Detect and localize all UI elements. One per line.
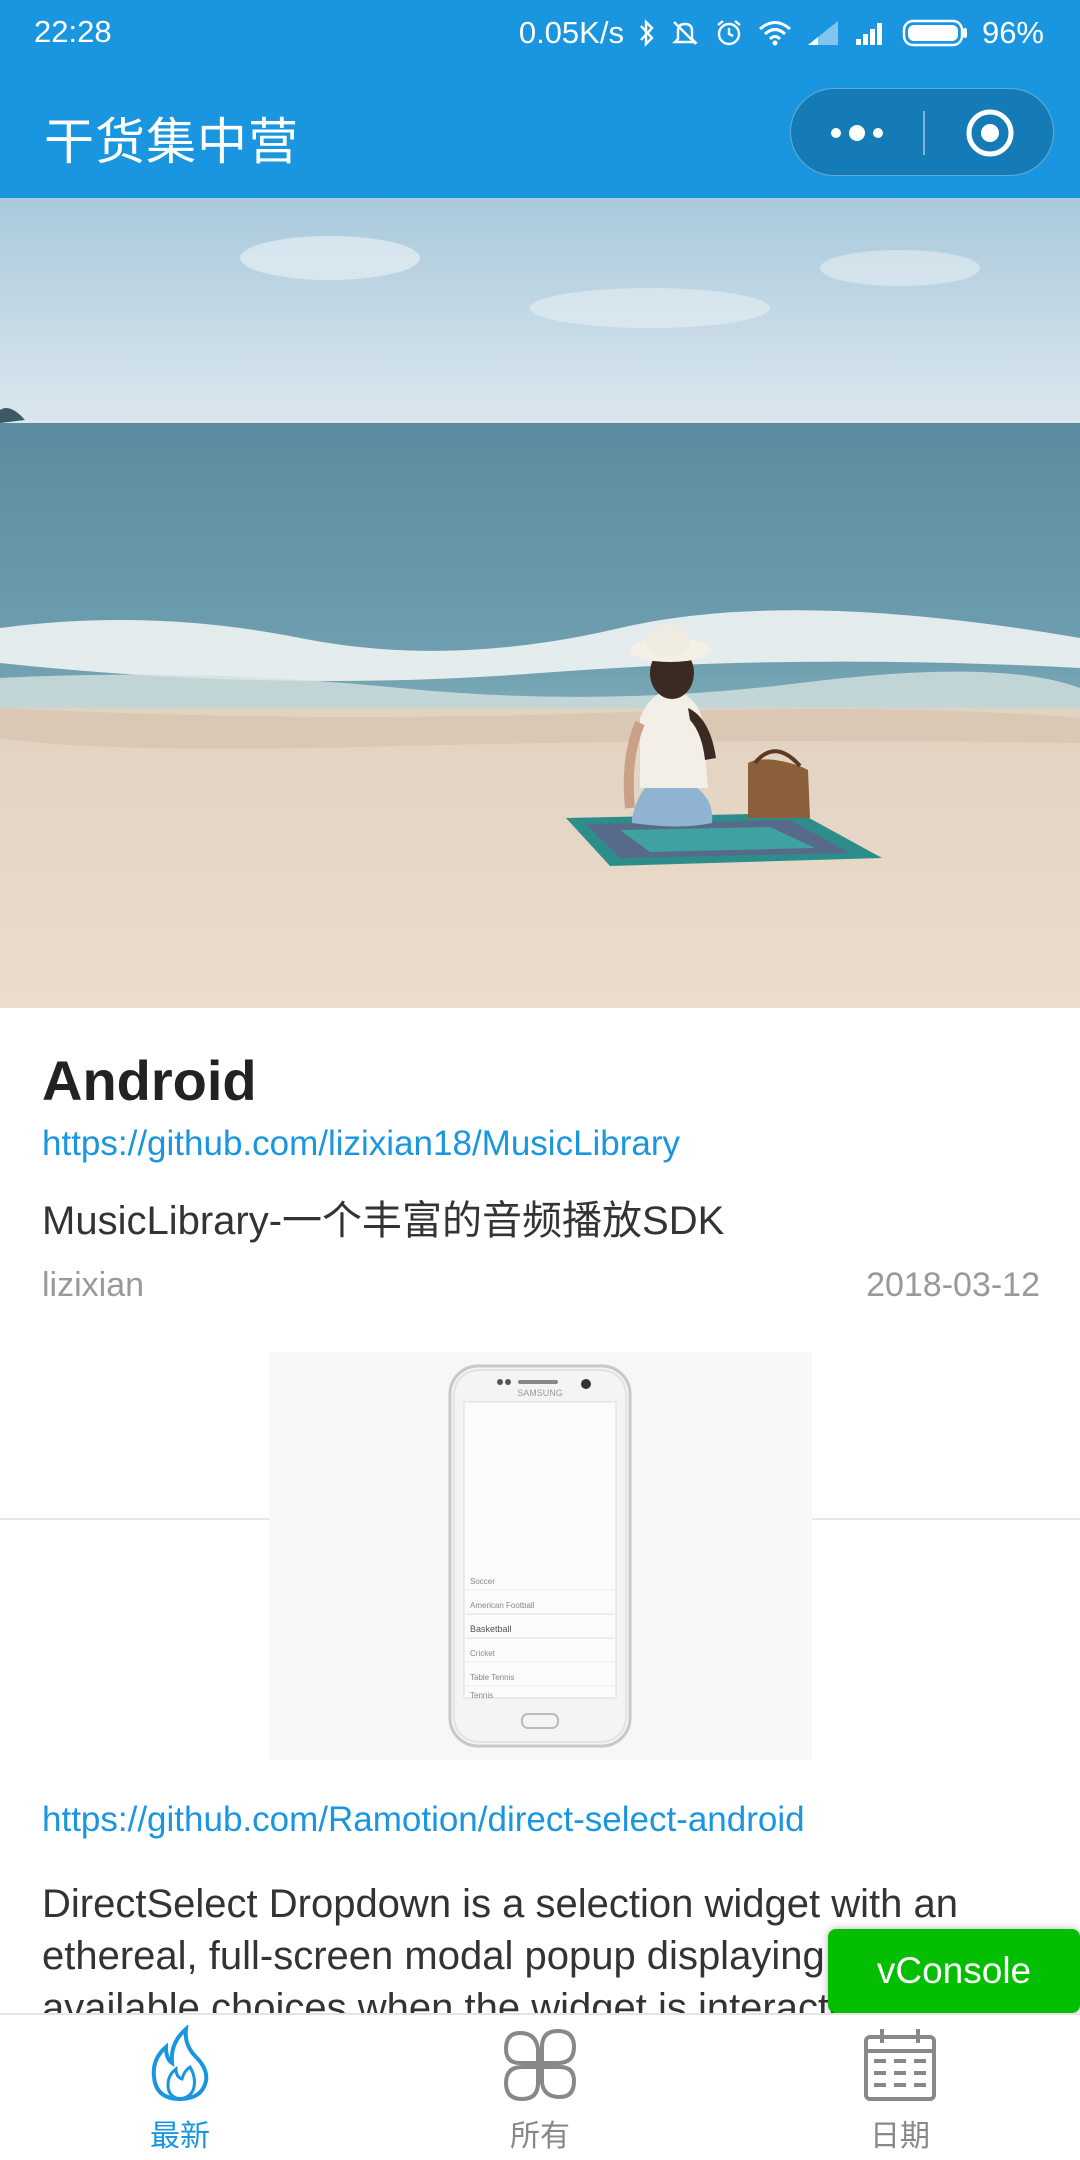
tab-latest[interactable]: 最新 — [0, 2015, 360, 2160]
article-author: lizixian — [42, 1266, 145, 1304]
hero-image[interactable] — [0, 198, 1080, 1008]
phone-list-item: Tennis — [470, 1691, 493, 1700]
tab-label: 日期 — [870, 2120, 930, 2153]
article-list[interactable]: Android https://github.com/lizixian18/Mu… — [0, 198, 1080, 2013]
clover-icon — [503, 2028, 577, 2102]
battery-icon — [902, 18, 968, 48]
mini-program-capsule — [790, 88, 1054, 176]
phone-list-item: Soccer — [470, 1577, 495, 1586]
article-description: MusicLibrary-一个丰富的音频播放SDK — [42, 1199, 725, 1243]
tab-label: 所有 — [510, 2120, 570, 2153]
app-title: 干货集中营 — [44, 114, 299, 170]
wifi-icon — [758, 19, 792, 47]
mute-bell-icon — [670, 18, 700, 48]
calendar-icon — [864, 2029, 936, 2101]
phone-list-item: American Football — [470, 1601, 535, 1610]
tab-bar: 最新 所有 日期 — [0, 2013, 1080, 2160]
phone-list-item: Cricket — [470, 1649, 496, 1658]
phone-list-item: Basketball — [470, 1624, 512, 1634]
phone-brand: SAMSUNG — [517, 1388, 563, 1398]
more-dot-icon — [831, 128, 841, 138]
vconsole-button[interactable]: vConsole — [828, 1929, 1080, 2013]
more-button[interactable] — [791, 89, 923, 177]
alarm-icon — [714, 18, 744, 48]
target-icon — [966, 109, 1014, 157]
category-title: Android — [42, 1049, 257, 1112]
battery-percent: 96% — [981, 15, 1044, 50]
article-link[interactable]: https://github.com/Ramotion/direct-selec… — [42, 1800, 805, 1840]
signal-icon-1 — [806, 19, 840, 47]
article-link[interactable]: https://github.com/lizixian18/MusicLibra… — [42, 1124, 680, 1164]
signal-icon-2 — [854, 19, 888, 47]
net-speed: 0.05K/s — [518, 15, 624, 50]
bluetooth-icon — [638, 18, 656, 48]
status-bar: 22:28 0.05K/s 96% — [0, 0, 1080, 66]
flame-icon — [151, 2025, 209, 2102]
title-bar: 干货集中营 — [0, 66, 1080, 198]
article-date: 2018-03-12 — [866, 1266, 1040, 1304]
more-dot-icon — [873, 128, 883, 138]
phone-list-item: Table Tennis — [470, 1673, 514, 1682]
article-preview-image[interactable]: SAMSUNG Soccer American Football Basketb… — [270, 1352, 812, 1760]
tab-date[interactable]: 日期 — [720, 2015, 1080, 2160]
tab-all[interactable]: 所有 — [360, 2015, 720, 2160]
more-dot-icon — [849, 125, 865, 141]
tab-label: 最新 — [150, 2120, 210, 2153]
article-card[interactable]: SAMSUNG Soccer American Football Basketb… — [0, 1320, 1080, 2013]
status-time: 22:28 — [34, 14, 112, 49]
article-meta: lizixian 2018-03-12 — [42, 1266, 1040, 1305]
close-mini-program-button[interactable] — [925, 89, 1055, 177]
status-indicators: 0.05K/s 96% — [519, 12, 1044, 54]
